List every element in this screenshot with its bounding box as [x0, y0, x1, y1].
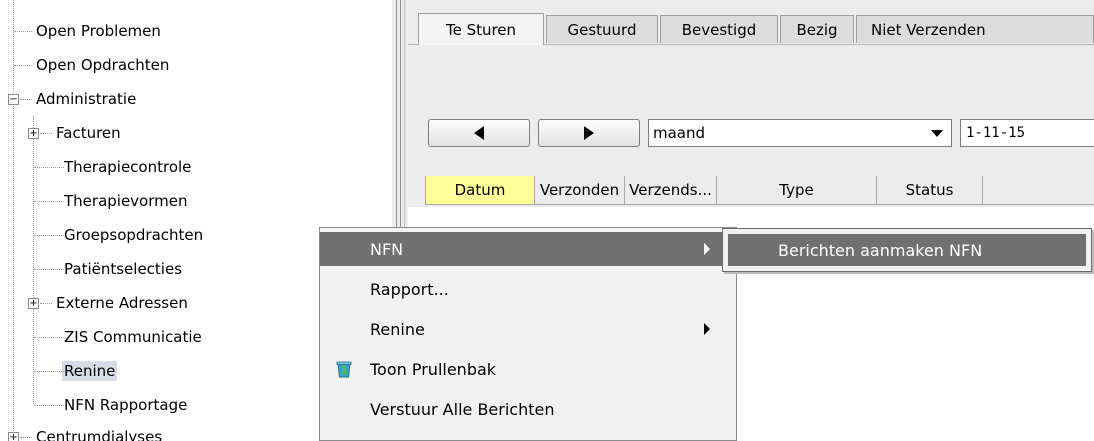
tree-item-open-problemen[interactable]: Open Problemen: [0, 14, 163, 48]
tree-item-facturen[interactable]: + Facturen: [0, 116, 123, 150]
tree-item-therapievormen[interactable]: Therapievormen: [0, 184, 189, 218]
expand-icon[interactable]: +: [28, 128, 39, 139]
tree-item-label: Facturen: [56, 124, 121, 142]
tab-label: Bevestigd: [681, 20, 757, 39]
expand-icon[interactable]: +: [8, 432, 19, 441]
tree-item-patientselecties[interactable]: Patiëntselecties: [0, 252, 184, 286]
tree-item-label: Administratie: [36, 90, 137, 108]
menu-item-nfn[interactable]: NFN: [320, 232, 736, 266]
tab-bevestigd[interactable]: Bevestigd: [660, 15, 778, 43]
tree-item-label: Patiëntselecties: [64, 260, 183, 278]
column-header-datum[interactable]: Datum: [425, 176, 535, 205]
period-select[interactable]: maand: [648, 119, 952, 147]
tab-gestuurd[interactable]: Gestuurd: [546, 15, 658, 43]
column-header-label: Status: [905, 181, 954, 199]
menu-item-label: Rapport...: [370, 279, 449, 299]
menu-item-verstuur-alle-berichten[interactable]: Verstuur Alle Berichten: [320, 392, 736, 426]
collapse-icon[interactable]: −: [8, 94, 19, 105]
chevron-down-icon: [931, 130, 943, 137]
tab-label: Bezig: [796, 20, 838, 39]
menu-item-label: Berichten aanmaken NFN: [778, 240, 983, 260]
tree-item-label: Renine: [62, 361, 118, 381]
tree-item-zis-communicatie[interactable]: ZIS Communicatie: [0, 320, 204, 354]
menu-item-label: NFN: [370, 239, 404, 259]
column-header-extra[interactable]: [983, 176, 1094, 205]
tree-item-label: Open Opdrachten: [36, 56, 170, 74]
context-menu: NFN Rapport... Renine Toon Prullenbak Ve…: [319, 227, 737, 441]
menu-item-rapport[interactable]: Rapport...: [320, 272, 736, 306]
previous-period-button[interactable]: [428, 119, 530, 147]
tree-item-label: Therapiecontrole: [64, 158, 192, 176]
tree-item-label: Open Problemen: [36, 22, 161, 40]
tree-item-administratie[interactable]: − Administratie: [0, 82, 138, 116]
tree-item-centrumdialyses[interactable]: + Centrumdialyses: [0, 420, 164, 441]
tree-item-externe-adressen[interactable]: + Externe Adressen: [0, 286, 190, 320]
date-field[interactable]: 1-11-15: [960, 119, 1094, 147]
expand-icon[interactable]: +: [28, 298, 39, 309]
tab-strip: Te Sturen Gestuurd Bevestigd Bezig Niet …: [408, 0, 1094, 45]
menu-item-toon-prullenbak[interactable]: Toon Prullenbak: [320, 352, 736, 386]
column-header-status[interactable]: Status: [877, 176, 983, 205]
tab-label: Niet Verzenden: [871, 20, 986, 39]
tree-item-label: NFN Rapportage: [64, 396, 188, 414]
submenu-arrow-icon: [704, 323, 710, 335]
triangle-right-icon: [584, 126, 594, 140]
tree-item-renine[interactable]: Renine: [0, 354, 118, 388]
column-header-label: Type: [779, 181, 814, 199]
column-header-type[interactable]: Type: [717, 176, 877, 205]
menu-item-label: Renine: [370, 319, 425, 339]
period-select-value: maand: [653, 124, 706, 142]
tab-te-sturen[interactable]: Te Sturen: [418, 13, 544, 45]
tree-item-label: Groepsopdrachten: [64, 226, 204, 244]
tree-item-label: Externe Adressen: [56, 294, 188, 312]
column-header-verzonden[interactable]: Verzonden: [535, 176, 625, 205]
column-header-label: Datum: [454, 181, 506, 199]
menu-item-label: Verstuur Alle Berichten: [370, 399, 555, 419]
tab-label: Te Sturen: [445, 20, 517, 39]
tab-bezig[interactable]: Bezig: [780, 15, 854, 43]
tree-item-label: Centrumdialyses: [36, 428, 163, 441]
next-period-button[interactable]: [538, 119, 640, 147]
nfn-submenu: Berichten aanmaken NFN: [722, 228, 1092, 272]
grid-header: Datum Verzonden Verzends... Type Status: [408, 176, 1094, 205]
column-header-label: Verzonden: [539, 181, 620, 199]
menu-item-renine[interactable]: Renine: [320, 312, 736, 346]
tree-item-label: ZIS Communicatie: [64, 328, 202, 346]
submenu-arrow-icon: [704, 243, 710, 255]
menu-item-label: Toon Prullenbak: [370, 359, 497, 379]
tree-item-nfn-rapportage[interactable]: NFN Rapportage: [0, 388, 189, 422]
menu-item-berichten-aanmaken-nfn[interactable]: Berichten aanmaken NFN: [728, 234, 1086, 266]
date-field-value: 1-11-15: [966, 125, 1026, 141]
tab-niet-verzenden[interactable]: Niet Verzenden: [856, 15, 1094, 43]
tab-label: Gestuurd: [567, 20, 637, 39]
recycle-bin-icon: [336, 361, 352, 378]
tree-item-therapiecontrole[interactable]: Therapiecontrole: [0, 150, 193, 184]
triangle-left-icon: [474, 126, 484, 140]
tree-item-groepsopdrachten[interactable]: Groepsopdrachten: [0, 218, 205, 252]
tree-item-label: Therapievormen: [64, 192, 188, 210]
tree-item-open-opdrachten[interactable]: Open Opdrachten: [0, 48, 171, 82]
column-header-verzendstatus[interactable]: Verzends...: [625, 176, 717, 205]
column-header-label: Verzends...: [629, 181, 712, 199]
